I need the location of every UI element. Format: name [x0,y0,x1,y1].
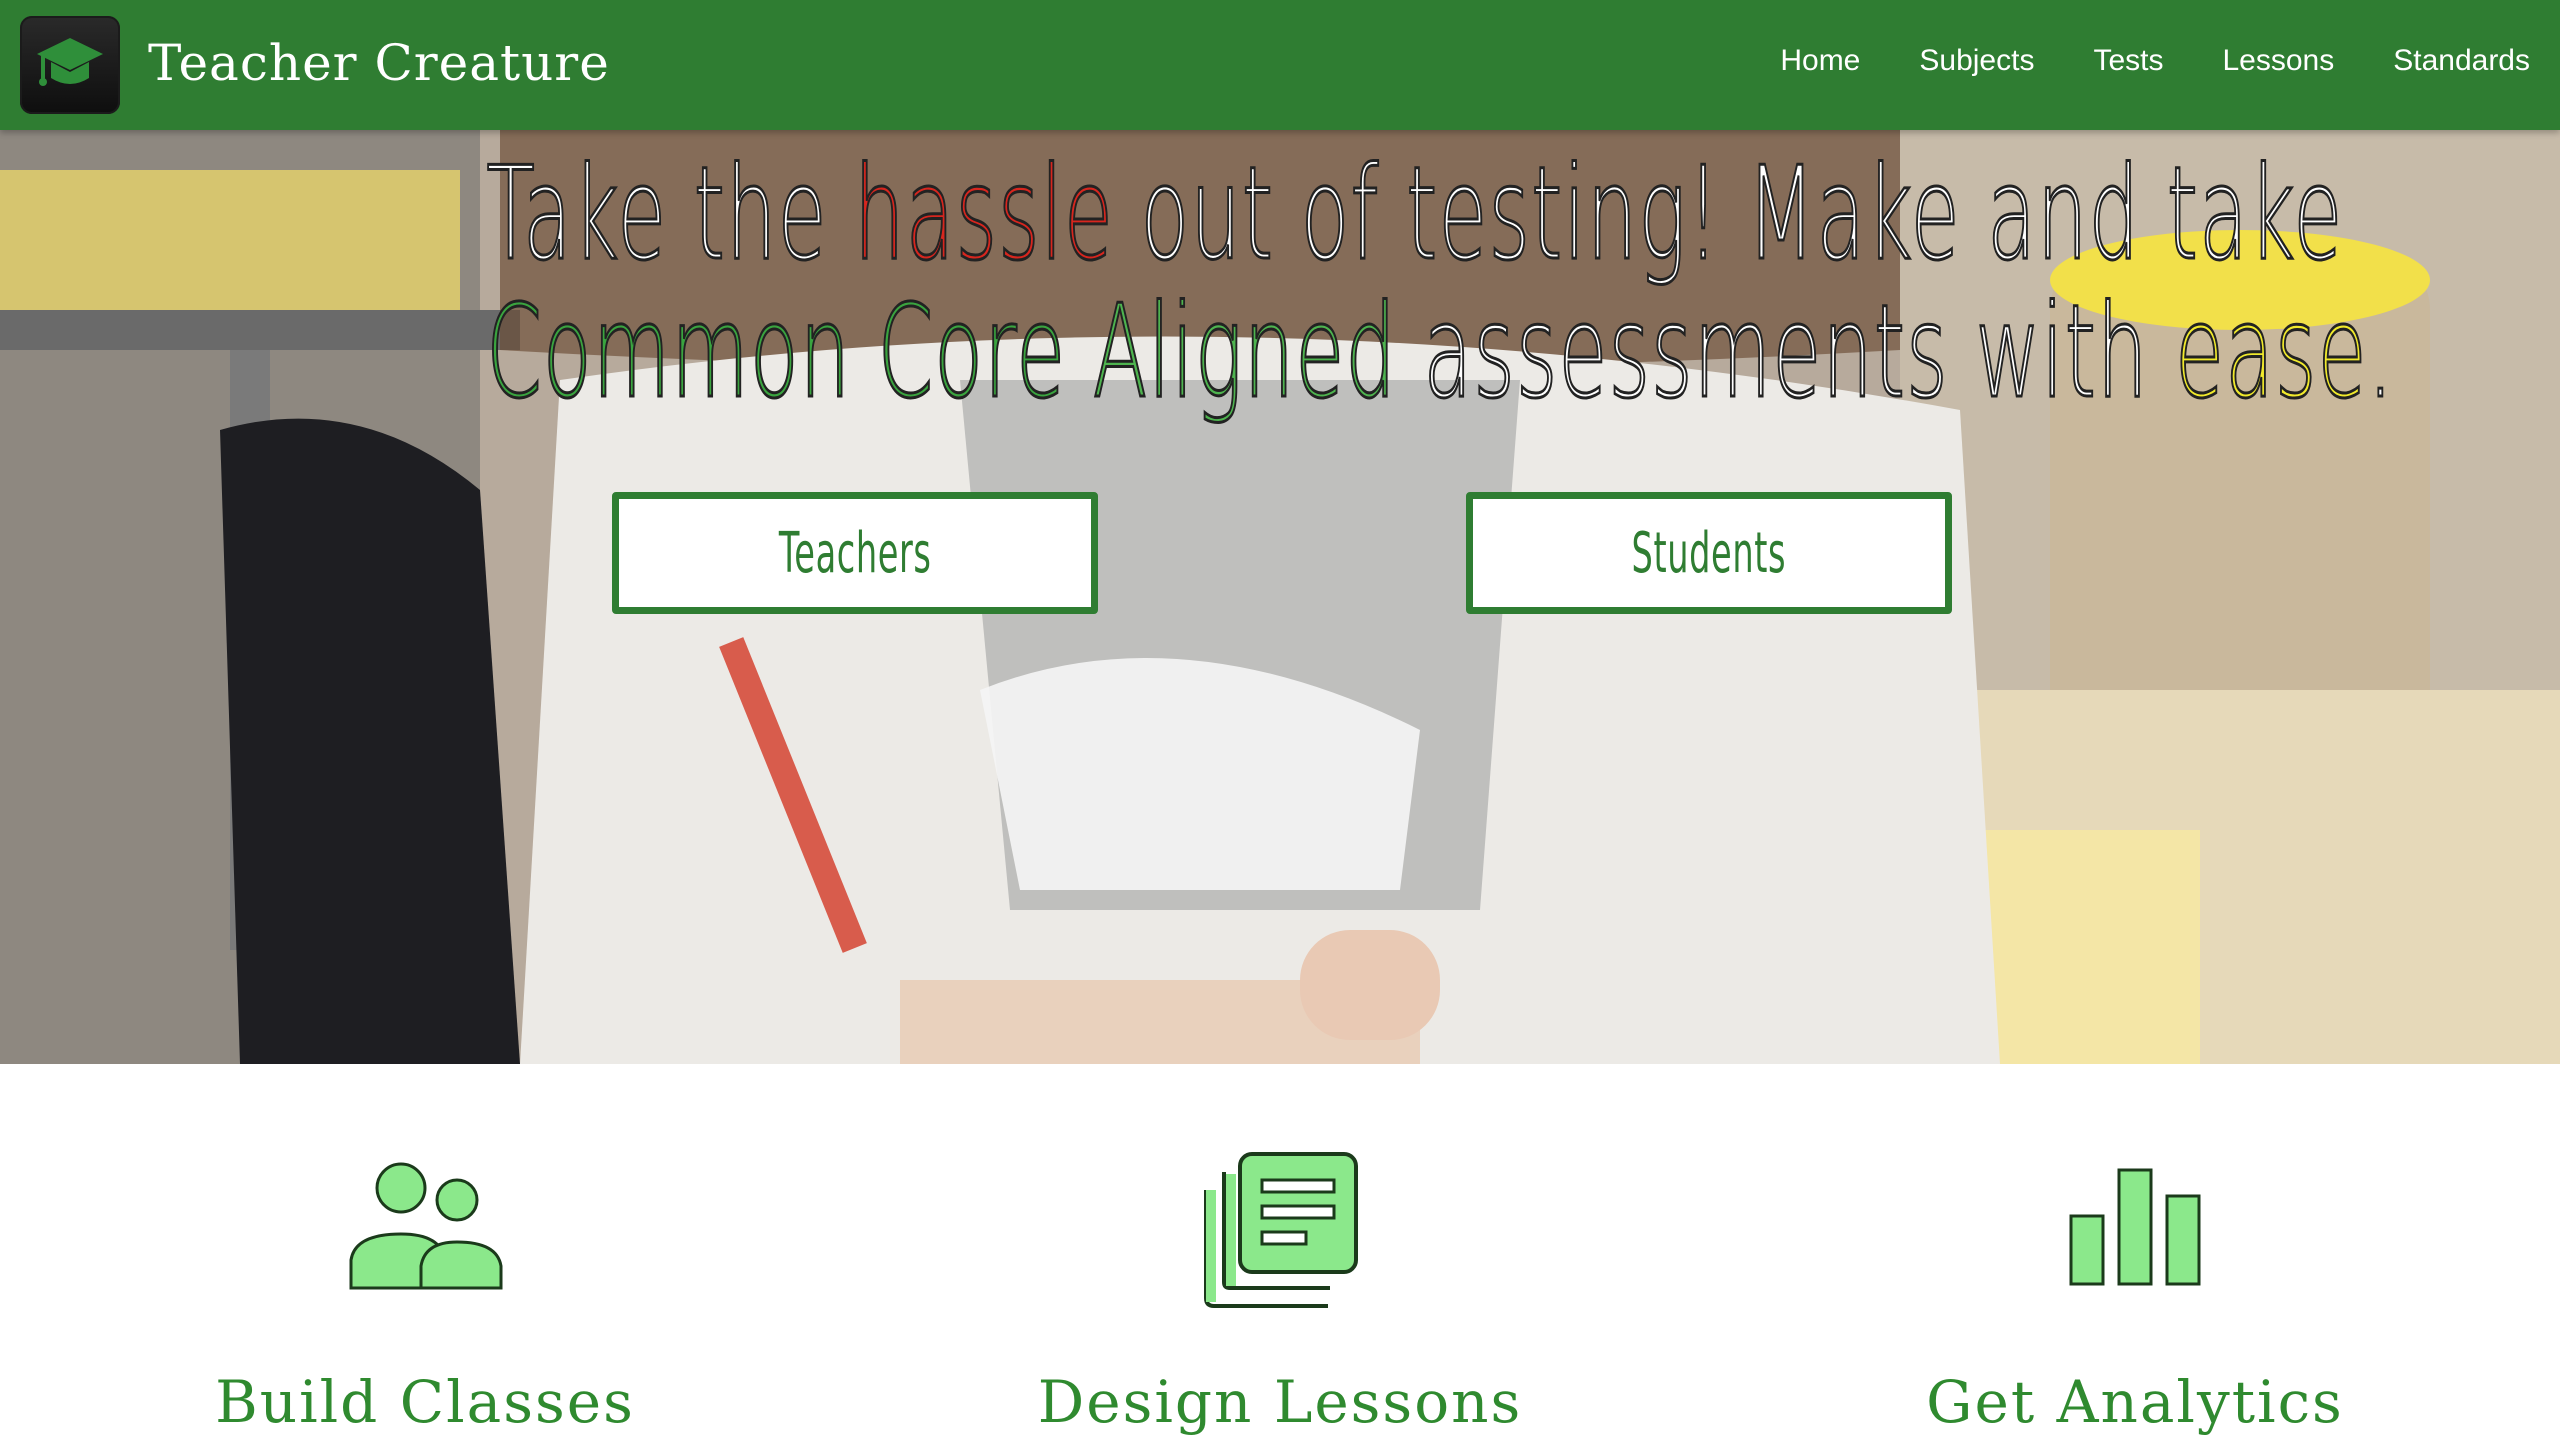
teachers-button-label: Teachers [778,520,932,586]
headline-text: assessments with [1397,277,2176,429]
teachers-button[interactable]: Teachers [612,492,1098,614]
feature-title-get-analytics: Get Analytics [1926,1368,2344,1436]
nav-standards[interactable]: Standards [2393,44,2530,78]
hero-headline-line1: Take the hassle out of testing! Make and… [485,139,2343,291]
students-button-label: Students [1631,520,1787,586]
nav-subjects[interactable]: Subjects [1919,44,2034,78]
headline-highlight-ease: ease [2174,277,2368,429]
students-button[interactable]: Students [1466,492,1952,614]
top-navbar: Teacher Creature Home Subjects Tests Les… [0,0,2560,130]
feature-design-lessons: Design Lessons [980,1150,1580,1436]
headline-text: Take the [485,139,855,291]
headline-highlight-common-core: Common Core [485,277,1067,429]
feature-title-design-lessons: Design Lessons [1037,1368,1523,1436]
document-stack-icon [1204,1152,1358,1308]
nav-links: Home Subjects Tests Lessons Standards [1721,44,2530,78]
nav-lessons[interactable]: Lessons [2222,44,2334,78]
graduation-cap-icon [37,38,103,86]
people-icon [349,1162,503,1290]
nav-tests[interactable]: Tests [2093,44,2163,78]
headline-text [1066,278,1092,427]
feature-title-build-classes: Build Classes [215,1368,635,1436]
headline-highlight-aligned: Aligned [1092,277,1398,429]
hero-section: Take the hassle out of testing! Make and… [0,130,2560,1064]
headline-text: out of testing! Make and take [1114,139,2344,291]
logo[interactable] [20,16,120,114]
feature-build-classes: Build Classes [125,1150,725,1436]
feature-get-analytics: Get Analytics [1835,1150,2435,1436]
hero-headline-line2: Common Core Aligned assessments with eas… [485,277,2393,429]
headline-text: . [2367,277,2395,429]
brand-name[interactable]: Teacher Creature [148,34,610,92]
nav-home[interactable]: Home [1780,44,1860,78]
bar-chart-icon [2069,1168,2201,1286]
headline-highlight-hassle: hassle [853,139,1115,291]
